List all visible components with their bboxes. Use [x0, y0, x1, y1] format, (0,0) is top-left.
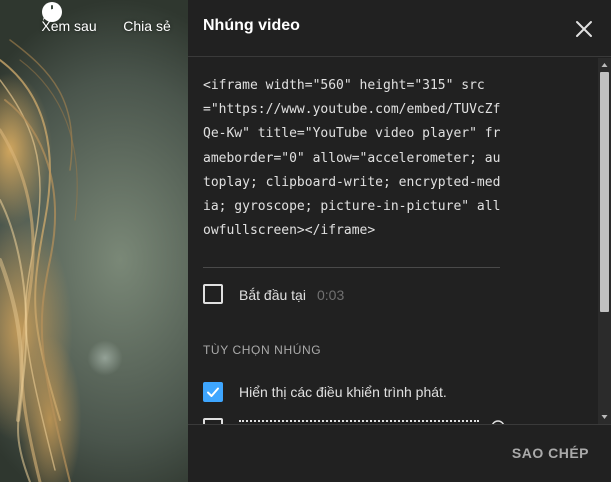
embed-code-textarea[interactable]: <iframe width="560" height="315" src="ht…	[203, 74, 501, 243]
dialog-footer: SAO CHÉP	[188, 424, 611, 482]
code-divider	[203, 267, 500, 268]
show-controls-label: Hiển thị các điều khiển trình phát.	[239, 384, 447, 400]
share-label: Chia sẻ	[123, 18, 171, 34]
embed-options-title: TÙY CHỌN NHÚNG	[203, 343, 322, 357]
checkmark-icon	[207, 387, 219, 397]
copy-button[interactable]: SAO CHÉP	[512, 445, 589, 461]
hair-strands-graphic	[0, 39, 78, 482]
scroll-up-arrow-icon[interactable]	[598, 58, 611, 72]
share-arrow-icon	[43, 5, 62, 21]
dialog-header: Nhúng video	[188, 0, 611, 57]
start-at-label: Bắt đầu tại	[239, 287, 306, 303]
scrollbar-thumb[interactable]	[600, 72, 609, 312]
close-icon[interactable]	[573, 18, 595, 40]
vertical-scrollbar[interactable]	[598, 58, 611, 424]
dialog-title: Nhúng video	[203, 17, 300, 34]
share-button[interactable]: Chia sẻ	[43, 0, 176, 34]
show-controls-checkbox[interactable]	[203, 382, 223, 402]
start-at-checkbox[interactable]	[203, 284, 223, 304]
video-player[interactable]: Xem sau Chia sẻ	[0, 0, 188, 482]
start-time-input[interactable]: 0:03	[317, 287, 344, 303]
embed-dialog: Nhúng video <iframe width="560" height="…	[188, 0, 611, 482]
dialog-scroll-area[interactable]: <iframe width="560" height="315" src="ht…	[188, 58, 598, 424]
scroll-down-arrow-icon[interactable]	[598, 410, 611, 424]
